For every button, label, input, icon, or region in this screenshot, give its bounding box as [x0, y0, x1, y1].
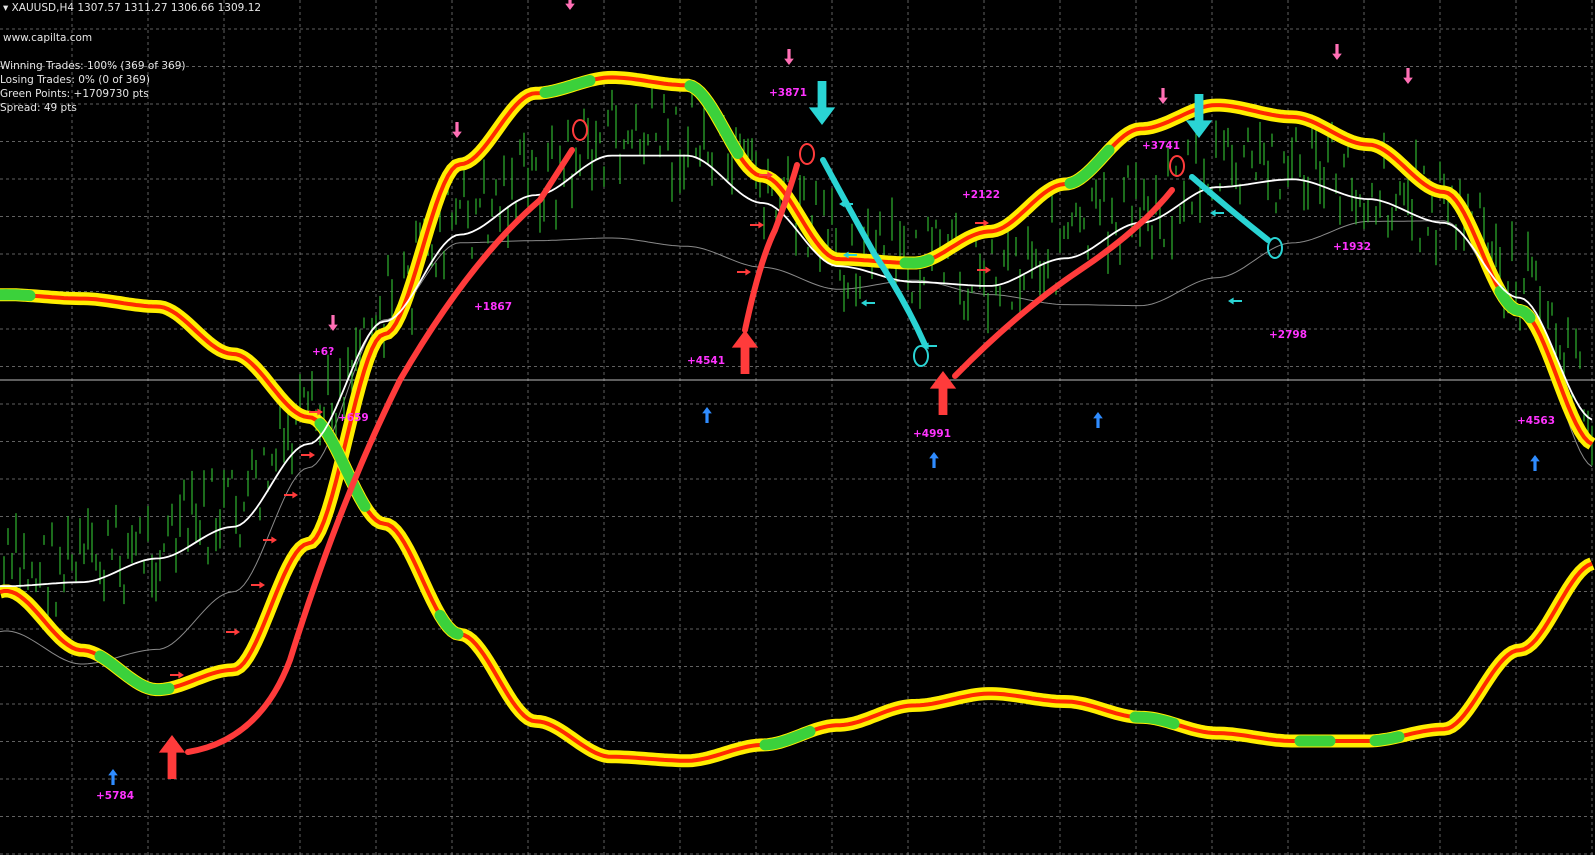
profit-label: +4563 [1517, 415, 1555, 427]
lower-band-inner [0, 292, 1593, 763]
chart-grid [0, 0, 1595, 855]
buy-arrow [702, 407, 712, 423]
band-highlight [1369, 731, 1405, 747]
band-highlight [899, 254, 935, 269]
website-label: www.capilta.com [3, 32, 93, 44]
slow-ma-line [0, 220, 1593, 665]
sell-arrow [452, 122, 462, 138]
symbol-header: ▾ XAUUSD,H4 1307.57 1311.27 1306.66 1309… [3, 2, 262, 14]
buy-arrow [929, 452, 939, 468]
signal-arrows [108, 0, 1540, 785]
signal-circle [1169, 155, 1185, 177]
small-right-arrow [301, 451, 315, 459]
sell-arrow [1403, 68, 1413, 84]
buy-arrow [1530, 455, 1540, 471]
sell-arrow [1332, 44, 1342, 60]
band-highlight [684, 80, 744, 159]
small-right-arrow [284, 491, 298, 499]
spread: Spread: 49 pts [0, 102, 77, 114]
big-up-arrow [929, 371, 957, 415]
profit-label: +3871 [769, 87, 807, 99]
profit-label: +3741 [1142, 140, 1180, 152]
small-right-arrow [170, 671, 184, 679]
small-left-arrow [1228, 297, 1242, 305]
profit-label: +6? [312, 346, 334, 358]
losing-trades: Losing Trades: 0% (0 of 369) [0, 74, 150, 86]
price-chart[interactable]: +5784 +659 +6? +1867 +4541 +3871 +4991 +2122 +37… [0, 0, 1595, 855]
channel-bands [0, 70, 1595, 768]
signal-circle [572, 119, 588, 141]
profit-label: +4541 [687, 355, 725, 367]
slow-moving-average [0, 220, 1593, 665]
band-highlight [94, 650, 175, 696]
band-highlight [0, 289, 36, 302]
buy-arrow [1093, 412, 1103, 428]
profit-label: +2798 [1269, 329, 1307, 341]
profit-label: +1932 [1333, 241, 1371, 253]
profit-labels: +5784 +659 +6? +1867 +4541 +3871 +4991 +2122 +37… [96, 87, 1555, 802]
profit-label: +1867 [474, 301, 512, 313]
small-right-arrow [263, 536, 277, 544]
band-highlight [1129, 711, 1180, 730]
small-right-arrow [251, 581, 265, 589]
sell-arrow [1158, 88, 1168, 104]
trend-up-stroke [742, 162, 800, 333]
profit-label: +2122 [962, 189, 1000, 201]
trend-down-stroke [820, 157, 928, 348]
profit-label: +659 [338, 412, 369, 424]
lower-band-outer [0, 288, 1595, 768]
signal-circle [799, 143, 815, 165]
small-right-arrow [750, 221, 764, 229]
big-down-arrow [808, 81, 836, 125]
sell-arrow [565, 0, 575, 10]
sell-arrow [784, 49, 794, 65]
lower-band [0, 288, 1595, 768]
profit-label: +5784 [96, 790, 134, 802]
profit-label: +4991 [913, 428, 951, 440]
trade-stats: Winning Trades: 100% (369 of 369) Losing… [0, 59, 185, 115]
winning-trades: Winning Trades: 100% (369 of 369) [0, 60, 186, 72]
green-points: Green Points: +1709730 pts [0, 88, 149, 100]
buy-arrow [108, 769, 118, 785]
band-highlight [539, 75, 596, 98]
small-right-arrow [226, 628, 240, 636]
small-right-arrow [737, 268, 751, 276]
signal-circle [913, 345, 929, 367]
big-up-arrow [731, 330, 759, 374]
small-left-arrow [861, 299, 875, 307]
